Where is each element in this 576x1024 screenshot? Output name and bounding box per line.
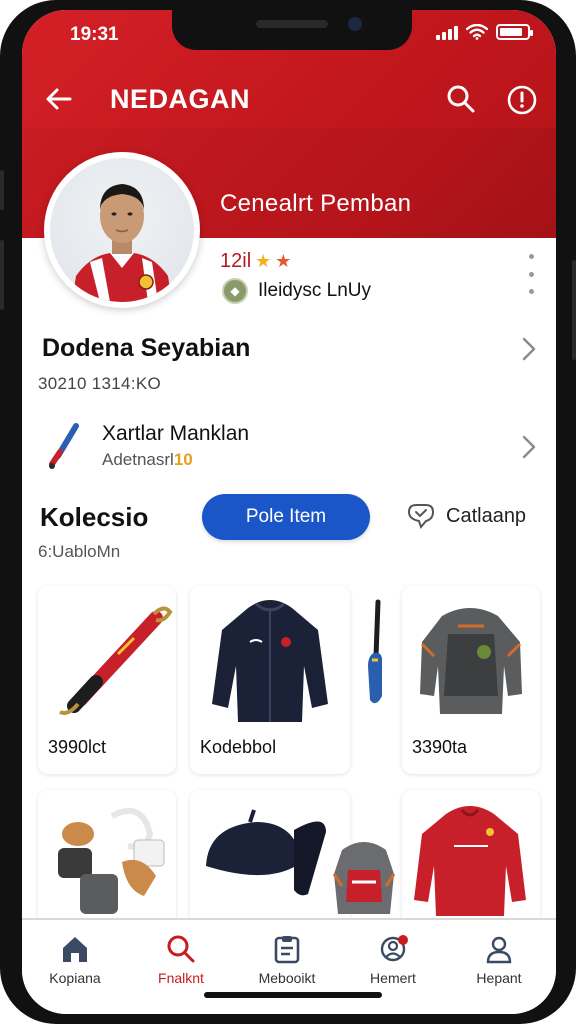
player-portrait-icon xyxy=(72,184,172,302)
collection-card-label: Kodebbol xyxy=(200,737,277,757)
profile-name: Cenealrt Pemban xyxy=(220,190,412,217)
collection-card[interactable] xyxy=(358,596,392,716)
add-item-button[interactable]: Pole Item xyxy=(202,494,370,540)
backpack-icon xyxy=(332,842,396,914)
featured-item-count: 10 xyxy=(173,450,193,469)
profile-icon xyxy=(486,936,512,964)
paddle-icon xyxy=(368,599,382,704)
nav-label: Hepant xyxy=(476,970,522,986)
nav-item-clipboard[interactable]: Mebooikt xyxy=(234,920,340,1000)
collection-card[interactable] xyxy=(402,790,540,930)
rating: 12il ★ ★ xyxy=(220,250,291,273)
top-nav: NEDAGAN xyxy=(22,70,556,126)
chevron-right-icon[interactable] xyxy=(520,434,538,460)
club-name: Ileidysc LnUy xyxy=(258,280,371,301)
catalog-button[interactable]: Catlaanp xyxy=(406,502,526,530)
more-options-icon[interactable] xyxy=(526,254,536,294)
nav-label: Mebooikt xyxy=(258,970,316,986)
club-badge: ◆ Ileidysc LnUy xyxy=(222,278,371,304)
home-icon xyxy=(63,937,87,962)
featured-item-subtitle-text: Adetnasrl xyxy=(102,450,174,469)
club-badge-icon: ◆ xyxy=(222,278,248,304)
avatar[interactable] xyxy=(44,152,200,308)
collection-card[interactable] xyxy=(326,830,402,920)
rating-value: 12il xyxy=(220,250,252,272)
nav-item-notifications[interactable]: Hemert xyxy=(340,920,446,1000)
star-icon: ★ xyxy=(275,251,292,271)
mute-switch xyxy=(0,170,4,210)
signal-icon xyxy=(436,24,458,40)
details-subtitle: 30210 1314:KO xyxy=(38,374,161,393)
nav-item-search[interactable]: Fnalknt xyxy=(128,920,234,1000)
front-camera xyxy=(348,17,362,31)
notification-user-icon xyxy=(380,935,408,962)
nav-label: Kopiana xyxy=(49,970,101,986)
jacket-icon xyxy=(212,600,328,722)
armor-jacket-icon xyxy=(420,608,522,714)
collection-card-label: 3390ta xyxy=(412,737,468,757)
nav-label: Hemert xyxy=(370,970,416,986)
red-jacket-icon xyxy=(414,806,526,916)
heart-chat-icon xyxy=(407,504,435,530)
featured-item-row[interactable]: Xartlar Manklan Adetnasrl10 xyxy=(22,414,556,482)
featured-item-subtitle: Adetnasrl10 xyxy=(102,450,193,470)
nav-label: Fnalknt xyxy=(158,970,204,986)
power-button xyxy=(572,260,576,360)
featured-item-title: Xartlar Manklan xyxy=(102,422,250,445)
chevron-right-icon[interactable] xyxy=(520,336,538,362)
nav-item-profile[interactable]: Hepant xyxy=(446,920,552,1000)
collection-subtitle: 6:UabloMn xyxy=(38,542,121,561)
arrow-left-icon[interactable] xyxy=(44,84,74,114)
collection-card[interactable]: Kodebbol xyxy=(190,586,350,774)
search-icon xyxy=(167,935,195,963)
status-icons xyxy=(436,24,533,40)
collection-title: Kolecsio xyxy=(40,502,149,532)
avatar-image xyxy=(50,158,194,302)
nav-item-home[interactable]: Kopiana xyxy=(22,920,128,1000)
battery-icon xyxy=(496,24,533,40)
status-time: 19:31 xyxy=(70,24,119,45)
search-icon[interactable] xyxy=(446,84,476,114)
battery-level xyxy=(500,28,522,36)
info-circle-icon[interactable] xyxy=(506,84,538,116)
wifi-icon xyxy=(466,24,488,40)
notch xyxy=(172,10,412,50)
gloves-set-icon xyxy=(58,808,165,914)
bottom-nav: Kopiana Fnalknt Mebooikt Hemert Hepant xyxy=(22,918,556,1014)
collection-card[interactable]: 3390ta xyxy=(402,586,540,774)
bat-icon xyxy=(59,606,173,715)
racket-icon xyxy=(49,423,79,469)
screen: 19:31 NEDAGAN Cenealrt Pemban 12il ★ ★ ◆… xyxy=(22,10,556,1014)
home-indicator[interactable] xyxy=(204,992,382,998)
collection-card[interactable]: 3990lct xyxy=(38,586,176,774)
volume-up-button xyxy=(0,240,4,310)
catalog-button-label: Catlaanp xyxy=(446,504,527,527)
page-title: NEDAGAN xyxy=(110,84,251,114)
collection-card-label: 3990lct xyxy=(48,737,107,757)
speaker xyxy=(256,20,328,28)
collection-card[interactable] xyxy=(38,790,176,930)
phone-frame: 19:31 NEDAGAN Cenealrt Pemban 12il ★ ★ ◆… xyxy=(0,0,576,1024)
details-title: Dodena Seyabian xyxy=(42,334,251,362)
clipboard-icon xyxy=(274,936,300,964)
star-icon: ★ xyxy=(255,251,272,271)
